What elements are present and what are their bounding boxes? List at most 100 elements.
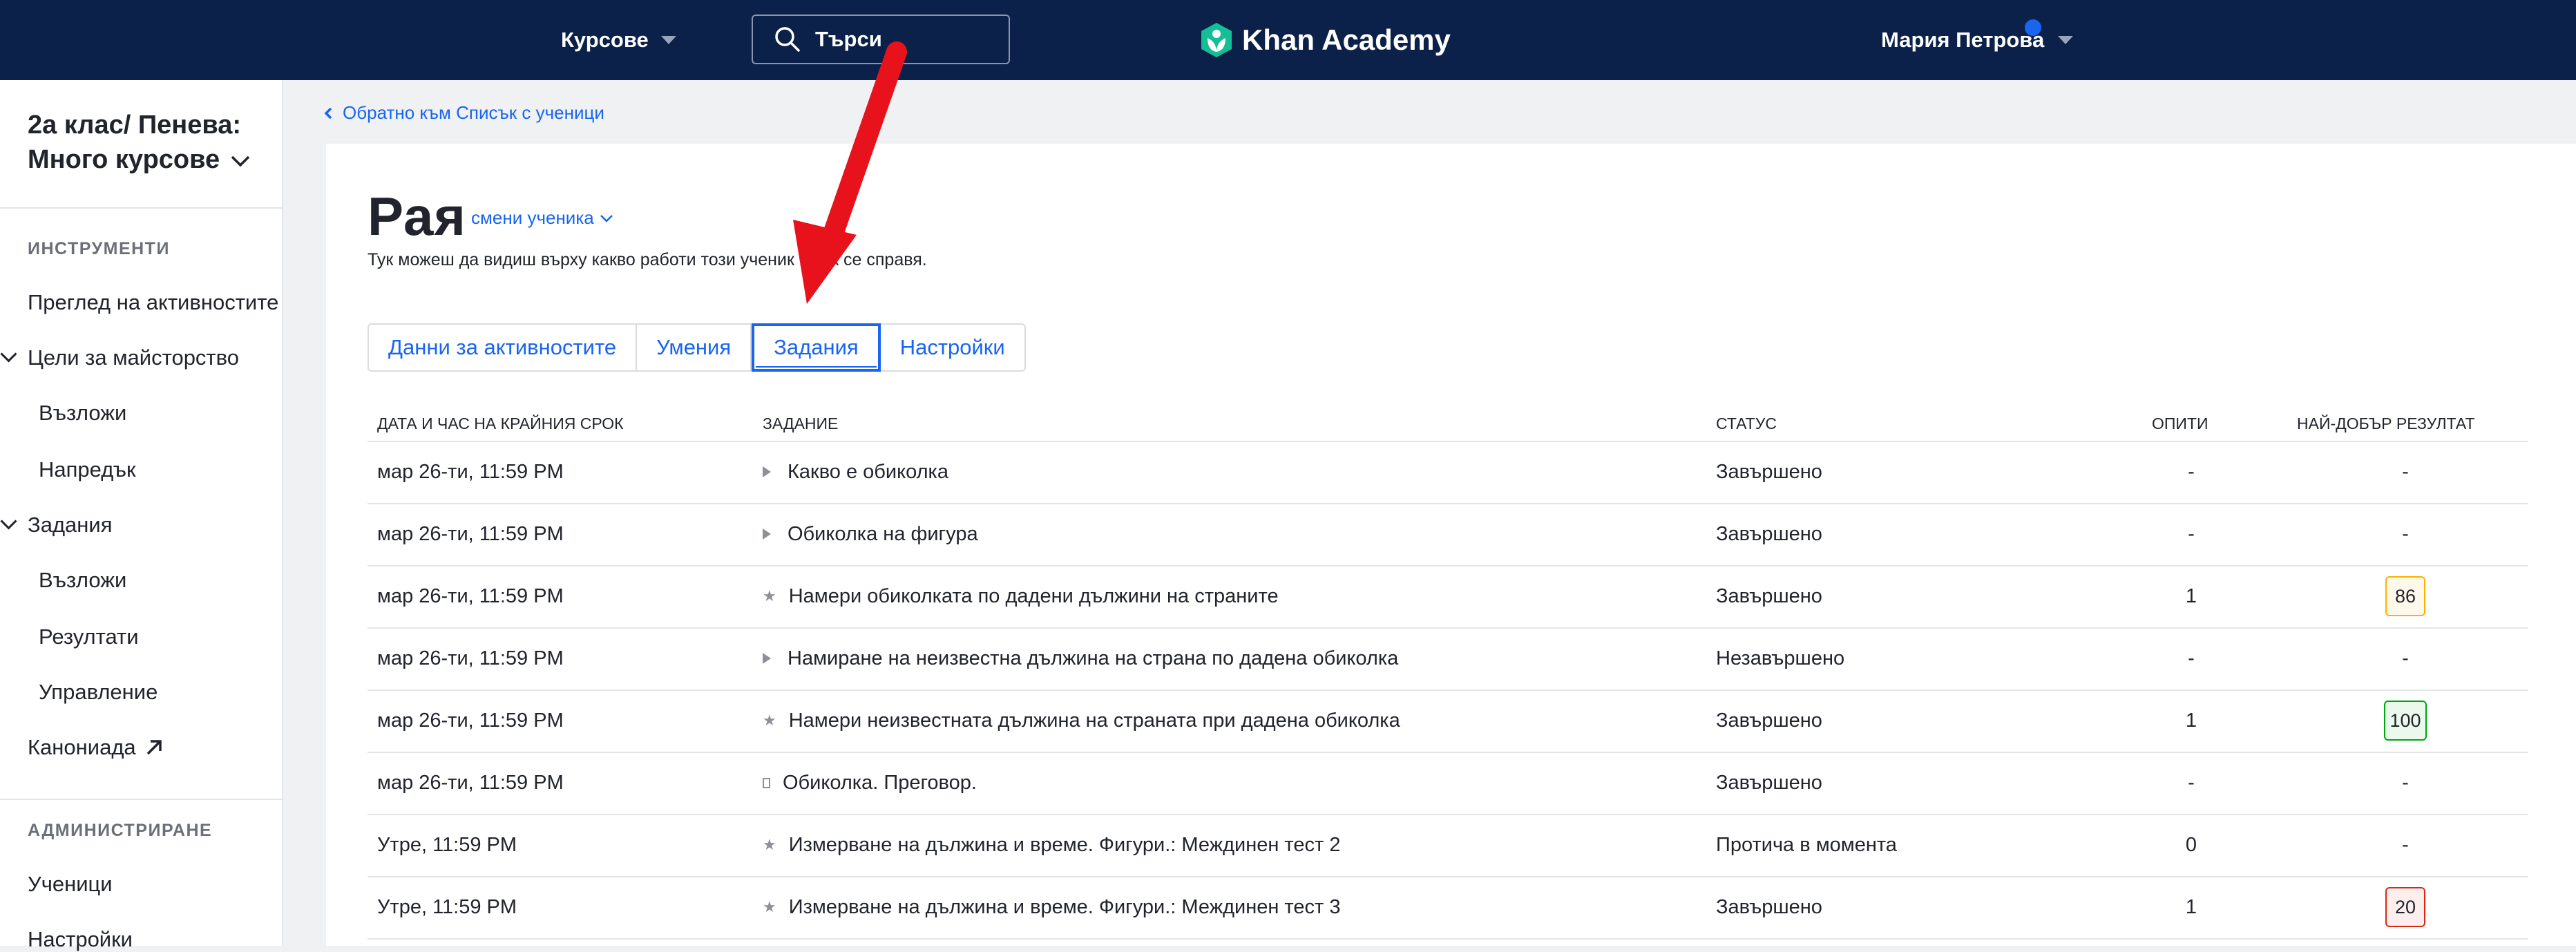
sidebar-item-canonical[interactable]: Канониада xyxy=(28,735,164,760)
assignment-cell[interactable]: Обиколка. Преговор. xyxy=(763,752,1702,814)
sidebar-item-mastery-goals[interactable]: Цели за майсторство xyxy=(28,345,239,370)
sidebar-item-mastery-assign[interactable]: Възложи xyxy=(39,401,126,426)
attempts-cell: - xyxy=(2108,752,2274,814)
score-badge: 86 xyxy=(2385,576,2425,616)
best-score-cell: - xyxy=(2288,814,2523,876)
chevron-down-icon[interactable] xyxy=(0,513,17,530)
due-date-cell: мар 26-ти, 11:59 PM xyxy=(377,441,750,503)
sidebar-item-assignments[interactable]: Задания xyxy=(28,513,113,537)
due-date-cell: мар 26-ти, 11:59 PM xyxy=(377,752,750,814)
column-header-assignment[interactable]: ЗАДАНИЕ xyxy=(763,415,838,433)
back-link-label: Обратно към Списък с ученици xyxy=(343,102,604,123)
best-score-cell: - xyxy=(2288,752,2523,814)
tab-settings[interactable]: Настройки xyxy=(881,325,1024,370)
logo-text: Khan Academy xyxy=(1242,23,1451,56)
student-name: Рая xyxy=(368,186,466,247)
star-icon: ★ xyxy=(763,587,776,604)
assignment-cell[interactable]: Обиколка на фигура xyxy=(763,503,1702,565)
sidebar-item-label: Ученици xyxy=(28,872,113,896)
assignment-cell[interactable]: Намиране на неизвестна дължина на страна… xyxy=(763,627,1702,689)
chevron-down-icon[interactable] xyxy=(0,345,17,363)
tab-assignments[interactable]: Задания xyxy=(752,323,881,372)
status-cell: Завършено xyxy=(1716,565,2103,627)
assignment-cell[interactable]: Какво е обиколка xyxy=(763,441,1702,503)
khan-academy-logo[interactable]: Khan Academy xyxy=(1199,0,1451,80)
best-score-cell: - xyxy=(2288,441,2523,503)
courses-menu-button[interactable]: Курсове xyxy=(561,0,676,80)
sidebar-item-label: Настройки xyxy=(28,927,133,951)
column-header-best[interactable]: НАЙ-ДОБЪР РЕЗУЛТАТ xyxy=(2297,415,2475,433)
assignment-title[interactable]: Намери обиколката по дадени дължини на с… xyxy=(789,585,1279,608)
best-score-cell: 86 xyxy=(2288,565,2523,627)
tab-activity-data[interactable]: Данни за активностите xyxy=(369,325,638,370)
status-text: Завършено xyxy=(1716,709,1822,732)
due-date: мар 26-ти, 11:59 PM xyxy=(377,522,564,545)
attempts-value: - xyxy=(2188,522,2195,545)
column-header-due[interactable]: ДАТА И ЧАС НА КРАЙНИЯ СРОК xyxy=(377,415,624,433)
assignment-title[interactable]: Измерване на дължина и време. Фигури.: М… xyxy=(789,834,1341,857)
due-date-cell: Утре, 11:59 PM xyxy=(377,876,750,938)
due-date-cell: мар 26-ти, 11:59 PM xyxy=(377,503,750,565)
sidebar-item-students[interactable]: Ученици xyxy=(28,872,113,897)
sidebar-item-label: Преглед на активностите xyxy=(28,290,279,314)
switch-student-button[interactable]: смени ученика xyxy=(471,207,613,229)
assignment-title[interactable]: Измерване на дължина и време. Фигури.: М… xyxy=(789,896,1341,919)
attempts-cell: 1 xyxy=(2108,876,2274,938)
column-header-attempts[interactable]: ОПИТИ xyxy=(2152,415,2208,433)
status-cell: Завършено xyxy=(1716,689,2103,752)
sidebar-item-activity-overview[interactable]: Преглед на активностите xyxy=(28,290,278,315)
tab-skills[interactable]: Умения xyxy=(637,325,752,370)
best-score-cell: - xyxy=(2288,627,2523,689)
attempts-cell: - xyxy=(2108,503,2274,565)
score-badge: 100 xyxy=(2384,701,2427,741)
courses-menu-label: Курсове xyxy=(561,28,649,52)
best-score: - xyxy=(2402,460,2409,483)
due-date-cell: Утре, 11:59 PM xyxy=(377,814,750,876)
class-selector[interactable]: 2а клас/ Пенева: Много курсове xyxy=(28,108,263,177)
table-row: мар 26-ти, 11:59 PM Намиране на неизвестн… xyxy=(368,627,2528,691)
attempts-cell: 0 xyxy=(2108,814,2274,876)
best-score-cell: 100 xyxy=(2288,689,2523,752)
attempts-value: 0 xyxy=(2185,833,2197,856)
star-icon: ★ xyxy=(763,712,776,729)
assignment-title[interactable]: Намери неизвестната дължина на страната … xyxy=(789,710,1400,732)
attempts-value: 1 xyxy=(2185,895,2197,918)
sidebar-divider xyxy=(0,207,282,209)
assignment-cell[interactable]: ★ Намери неизвестната дължина на страната… xyxy=(763,689,1702,752)
back-to-students-link[interactable]: Обратно към Списък с ученици xyxy=(323,102,604,124)
assignment-cell[interactable]: ★ Измерване на дължина и време. Фигури.: … xyxy=(763,876,1702,938)
due-date: мар 26-ти, 11:59 PM xyxy=(377,709,564,732)
attempts-value: - xyxy=(2188,647,2195,669)
user-menu-button[interactable]: Мария Петрова xyxy=(1881,0,2074,80)
chevron-down-icon xyxy=(600,214,613,222)
chevron-down-icon xyxy=(660,36,676,44)
student-tabs: Данни за активностите Умения Задания Нас… xyxy=(368,323,1026,372)
assignment-cell[interactable]: ★ Измерване на дължина и време. Фигури.: … xyxy=(763,814,1702,876)
chevron-left-icon xyxy=(324,107,332,119)
status-text: Завършено xyxy=(1716,522,1822,545)
assignment-title[interactable]: Намиране на неизвестна дължина на страна… xyxy=(788,647,1398,670)
assignment-cell[interactable]: ★ Намери обиколката по дадени дължини на … xyxy=(763,565,1702,627)
due-date: мар 26-ти, 11:59 PM xyxy=(377,771,564,794)
sidebar-item-assignments-results[interactable]: Резултати xyxy=(39,625,139,649)
attempts-cell: - xyxy=(2108,441,2274,503)
sidebar-item-assignments-assign[interactable]: Възложи xyxy=(39,568,126,593)
sidebar-item-settings[interactable]: Настройки xyxy=(28,927,133,952)
search-input[interactable]: Търси xyxy=(752,15,1010,64)
assignment-title[interactable]: Какво е обиколка xyxy=(788,461,948,484)
column-header-status[interactable]: СТАТУС xyxy=(1716,415,1777,433)
status-cell: Завършено xyxy=(1716,441,2103,503)
attempts-cell: - xyxy=(2108,627,2274,689)
sidebar-item-label: Напредък xyxy=(39,457,136,482)
due-date: Утре, 11:59 PM xyxy=(377,895,517,918)
table-row: мар 26-ти, 11:59 PM ★ Намери обиколката по… xyxy=(368,565,2528,629)
assignment-title[interactable]: Обиколка на фигура xyxy=(788,523,978,546)
sidebar-item-label: Задания xyxy=(28,513,113,537)
user-name: Мария Петрова xyxy=(1881,28,2045,52)
best-score: - xyxy=(2402,647,2409,669)
assignment-title[interactable]: Обиколка. Преговор. xyxy=(783,772,977,794)
sidebar-item-assignments-manage[interactable]: Управление xyxy=(39,680,158,705)
sidebar-item-mastery-progress[interactable]: Напредък xyxy=(39,457,136,482)
class-title: 2а клас/ Пенева: Много курсове xyxy=(28,111,242,174)
tools-heading: ИНСТРУМЕНТИ xyxy=(28,239,170,258)
